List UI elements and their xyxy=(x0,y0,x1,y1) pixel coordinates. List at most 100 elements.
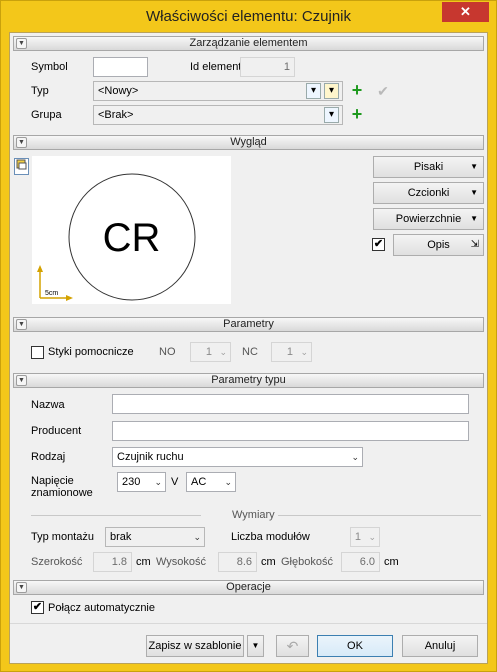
id-label: Id elementu xyxy=(190,61,248,73)
description-button[interactable]: Opis ⇲ xyxy=(393,234,484,256)
collapse-chevron-icon: ▼ xyxy=(16,38,27,49)
description-button-label: Opis xyxy=(427,239,450,251)
depth-input: 6.0 xyxy=(341,552,380,572)
voltage-select[interactable]: 230 ⌄ xyxy=(117,472,166,492)
collapse-chevron-icon: ▼ xyxy=(16,137,27,148)
section-header-parameters[interactable]: ▼ Parametry xyxy=(13,317,484,332)
dropdown-arrow-icon: ▼ xyxy=(470,188,478,197)
depth-label: Głębokość xyxy=(281,556,333,568)
footer-divider xyxy=(10,623,487,624)
preview-settings-icon[interactable] xyxy=(14,158,29,175)
section-title: Wygląd xyxy=(230,136,267,148)
chevron-down-icon: ⌄ xyxy=(351,452,359,462)
ok-button[interactable]: OK xyxy=(317,635,393,657)
modules-select-value: 1 xyxy=(354,531,361,543)
surfaces-button-label: Powierzchnie xyxy=(395,213,462,225)
fonts-button-label: Czcionki xyxy=(407,187,450,199)
fonts-button[interactable]: Czcionki ▼ xyxy=(373,182,484,204)
chevron-down-icon: ⌄ xyxy=(193,532,201,542)
section-header-type-parameters[interactable]: ▼ Parametry typu xyxy=(13,373,484,388)
nc-select-value: 1 xyxy=(286,346,293,358)
collapse-chevron-icon: ▼ xyxy=(16,582,27,593)
name-label: Nazwa xyxy=(31,399,65,411)
section-title: Operacje xyxy=(226,581,271,593)
dropdown-arrow-icon: ▼ xyxy=(251,641,260,650)
close-icon: ✕ xyxy=(460,4,471,19)
modules-label: Liczba modułów xyxy=(231,531,310,543)
chevron-down-icon: ⌄ xyxy=(368,532,376,542)
open-external-icon: ⇲ xyxy=(470,239,479,250)
add-type-icon[interactable]: + xyxy=(348,81,366,99)
name-input[interactable] xyxy=(112,394,469,414)
voltage-label: Napięcie znamionowe xyxy=(31,475,93,499)
modules-select: 1 ⌄ xyxy=(350,527,380,547)
dropdown-arrow-icon: ▼ xyxy=(470,162,478,171)
section-title: Parametry typu xyxy=(211,374,286,386)
save-template-dropdown[interactable]: ▼ xyxy=(247,635,264,657)
symbol-text: CR xyxy=(102,216,161,260)
dropdown-doc-icon[interactable]: ▾ xyxy=(324,107,339,123)
symbol-label: Symbol xyxy=(31,61,68,73)
close-button[interactable]: ✕ xyxy=(442,2,489,22)
current-type-select[interactable]: AC ⌄ xyxy=(186,472,236,492)
dialog-client-area: ▼ Zarządzanie elementem Symbol Id elemen… xyxy=(9,32,488,664)
group-select-value: <Brak> xyxy=(98,109,134,121)
aux-contacts-checkbox[interactable] xyxy=(31,346,44,359)
section-header-appearance[interactable]: ▼ Wygląd xyxy=(13,135,484,150)
mount-select[interactable]: brak ⌄ xyxy=(105,527,205,547)
section-title: Parametry xyxy=(223,318,274,330)
collapse-chevron-icon: ▼ xyxy=(16,319,27,330)
add-group-icon[interactable]: + xyxy=(348,105,366,123)
nc-select: 1 ⌄ xyxy=(271,342,312,362)
width-label: Szerokość xyxy=(31,556,83,568)
save-template-button[interactable]: Zapisz w szablonie xyxy=(146,635,244,657)
kind-label: Rodzaj xyxy=(31,451,66,463)
symbol-input[interactable] xyxy=(93,57,148,77)
producer-input[interactable] xyxy=(112,421,469,441)
auto-connect-label: Połącz automatycznie xyxy=(48,602,155,614)
scale-label: 5cm xyxy=(45,290,59,297)
cancel-button[interactable]: Anuluj xyxy=(402,635,478,657)
section-header-management[interactable]: ▼ Zarządzanie elementem xyxy=(13,36,484,51)
undo-button: ↶ xyxy=(276,635,309,657)
mount-label: Typ montażu xyxy=(31,531,94,543)
pens-button-label: Pisaki xyxy=(413,161,444,173)
symbol-preview: CR 5cm xyxy=(32,156,231,304)
height-unit: cm xyxy=(261,556,276,568)
no-select-value: 1 xyxy=(205,346,212,358)
auto-connect-checkbox[interactable]: ✔ xyxy=(31,601,44,614)
section-header-operations[interactable]: ▼ Operacje xyxy=(13,580,484,595)
chevron-down-icon: ⌄ xyxy=(154,477,162,487)
dimensions-label: Wymiary xyxy=(232,509,275,521)
section-title: Zarządzanie elementem xyxy=(189,37,308,49)
width-input: 1.8 xyxy=(93,552,132,572)
height-input: 8.6 xyxy=(218,552,257,572)
voltage-select-value: 230 xyxy=(122,476,141,488)
id-input: 1 xyxy=(240,57,295,77)
mount-select-value: brak xyxy=(110,531,132,543)
surfaces-button[interactable]: Powierzchnie ▼ xyxy=(373,208,484,230)
kind-select[interactable]: Czujnik ruchu ⌄ xyxy=(112,447,363,467)
group-label: Grupa xyxy=(31,109,62,121)
type-select-value: <Nowy> xyxy=(98,85,139,97)
edit-type-icon[interactable]: ▾ xyxy=(324,83,339,99)
no-label: NO xyxy=(159,346,176,358)
voltage-unit: V xyxy=(171,476,179,488)
divider xyxy=(278,515,481,516)
depth-unit: cm xyxy=(384,556,399,568)
collapse-chevron-icon: ▼ xyxy=(16,375,27,386)
height-label: Wysokość xyxy=(156,556,207,568)
chevron-down-icon: ⌄ xyxy=(300,347,308,357)
dialog-window: Właściwości elementu: Czujnik ✕ ▼ Zarząd… xyxy=(0,0,497,672)
description-checkbox[interactable]: ✔ xyxy=(372,238,385,251)
pens-button[interactable]: Pisaki ▼ xyxy=(373,156,484,178)
undo-icon: ↶ xyxy=(286,638,299,654)
window-title: Właściwości elementu: Czujnik xyxy=(145,8,352,25)
group-select[interactable]: <Brak> ▾ xyxy=(93,105,343,125)
width-unit: cm xyxy=(136,556,151,568)
no-select: 1 ⌄ xyxy=(190,342,231,362)
aux-contacts-label: Styki pomocnicze xyxy=(48,346,134,358)
type-select[interactable]: <Nowy> ▾ ▾ xyxy=(93,81,343,101)
dropdown-doc-icon[interactable]: ▾ xyxy=(306,83,321,99)
nc-label: NC xyxy=(242,346,258,358)
